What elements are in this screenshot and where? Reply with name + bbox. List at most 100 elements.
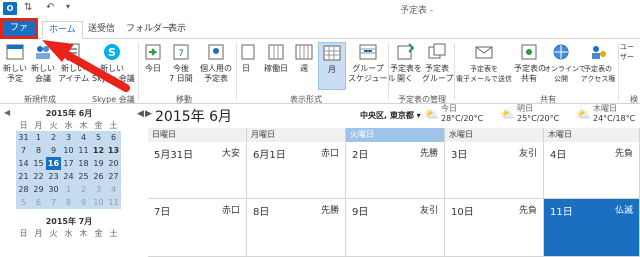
mini-calendar-day[interactable]: 20 — [106, 157, 121, 170]
view-month-label: 月 — [328, 65, 336, 74]
user-search-button[interactable]: ユーザー — [620, 42, 640, 62]
mini-calendar-day[interactable]: 5 — [91, 131, 106, 144]
mini-calendar-july: 日 月 火 水 木 金 土 — [16, 228, 121, 239]
calendar-next-icon[interactable]: ▶ — [145, 109, 152, 119]
day-cell[interactable]: 9日 友引 — [346, 199, 445, 257]
day-cell[interactable]: 3日 友引 — [445, 142, 544, 199]
view-workweek-button[interactable]: 稼働日 — [262, 42, 290, 74]
mini-calendar-day[interactable]: 31 — [16, 131, 31, 144]
tab-send-receive[interactable]: 送受信 — [82, 21, 121, 39]
day-cell[interactable]: 6月1日 赤口 — [247, 142, 346, 199]
mini-calendar-day[interactable]: 26 — [91, 170, 106, 183]
calendar-icon — [6, 44, 24, 60]
send-receive-icon[interactable]: ⇅ — [24, 2, 32, 13]
view-day-button[interactable]: 日 — [238, 42, 255, 74]
mini-calendar-day[interactable]: 3 — [91, 183, 106, 196]
day-rokuyo: 友引 — [419, 206, 438, 216]
new-meeting-button[interactable]: 新しい 会議 — [30, 42, 56, 84]
mini-calendar-day[interactable]: 2 — [76, 183, 91, 196]
quick-access-dropdown-icon[interactable]: ▾ — [66, 2, 70, 11]
today-button[interactable]: 今日 — [142, 42, 164, 74]
calendar-title: 2015年 6月 — [155, 109, 232, 125]
weather-thursday: 木曜日 24°C/18°C — [593, 104, 635, 124]
mini-calendar-day[interactable]: 18 — [76, 157, 91, 170]
next-7-days-button[interactable]: 7 今後 7 日間 — [168, 42, 194, 84]
mini-calendar-day[interactable]: 10 — [61, 144, 76, 157]
mini-calendar-day[interactable]: 6 — [106, 131, 121, 144]
weekday-label: 金 — [94, 121, 103, 130]
selected-day-cell[interactable]: 11日 仏滅 — [544, 199, 640, 257]
day-cell[interactable]: 7日 赤口 — [148, 199, 247, 257]
day-cell[interactable]: 2日 先勝 — [346, 142, 445, 199]
view-week-button[interactable]: 週 — [294, 42, 314, 74]
day-cell[interactable]: 4日 先負 — [544, 142, 640, 199]
mini-calendar-day[interactable]: 3 — [61, 131, 76, 144]
mini-calendar-day[interactable]: 8 — [31, 144, 46, 157]
mini-calendar-day[interactable]: 9 — [76, 196, 91, 209]
mini-calendar-day[interactable]: 4 — [76, 131, 91, 144]
calendar-permissions-button[interactable]: 予定表の アクセス権 — [578, 42, 618, 84]
mini-calendar-day[interactable]: 29 — [31, 183, 46, 196]
mini-calendar-day[interactable]: 10 — [91, 196, 106, 209]
mini-calendar-day[interactable]: 25 — [76, 170, 91, 183]
mini-calendar-day[interactable]: 7 — [16, 144, 31, 157]
share-calendar-button[interactable]: 予定表の 共有 — [514, 42, 546, 84]
new-skype-meeting-button[interactable]: S 新しい Skype 会議 — [92, 42, 135, 84]
mini-calendar-day[interactable]: 6 — [31, 196, 46, 209]
mini-calendar-day[interactable]: 14 — [16, 157, 31, 170]
mini-calendar-day[interactable]: 24 — [61, 170, 76, 183]
calendar-groups-button[interactable]: 予定表 グループ — [422, 42, 454, 84]
personal-calendar-button[interactable]: 個人用の 予定表 — [196, 42, 236, 84]
mini-calendar-day[interactable]: 19 — [91, 157, 106, 170]
share-calendar-label: 予定表の 共有 — [514, 64, 546, 83]
mini-calendar-day[interactable]: 15 — [31, 157, 46, 170]
new-items-button[interactable]: 新しい アイテム — [58, 42, 89, 84]
mini-calendar-day[interactable]: 11 — [76, 144, 91, 157]
email-calendar-icon — [475, 46, 493, 59]
open-calendar-button[interactable]: 予定表を 開く — [390, 42, 422, 84]
day-cell[interactable]: 5月31日 大安 — [148, 142, 247, 199]
mini-calendar-day[interactable]: 22 — [31, 170, 46, 183]
mini-calendar-day[interactable]: 11 — [106, 196, 121, 209]
left-navigation-pane: ◀ 2015年 6月 日 月 火 水 木 金 土 31 1 2 3 4 5 6 … — [0, 104, 133, 257]
previous-month-icon[interactable]: ◀ — [4, 108, 10, 117]
window-title: 予定表 - — [400, 6, 434, 16]
calendar-previous-icon[interactable]: ◀ — [137, 109, 144, 119]
mini-calendar-day[interactable]: 1 — [61, 183, 76, 196]
day-cell[interactable]: 8日 先勝 — [247, 199, 346, 257]
group-schedule-button[interactable]: グループ スケジュール — [348, 42, 395, 84]
mini-calendar-day[interactable]: 4 — [106, 183, 121, 196]
mini-calendar-day[interactable]: 2 — [46, 131, 61, 144]
new-appointment-button[interactable]: 新しい 予定 — [2, 42, 28, 84]
mini-calendar-today[interactable]: 16 — [46, 157, 61, 170]
view-month-button[interactable]: 月 — [318, 42, 346, 90]
tab-home[interactable]: ホーム — [42, 21, 83, 39]
mini-calendar-day[interactable]: 5 — [16, 196, 31, 209]
mini-calendar-day[interactable]: 7 — [46, 196, 61, 209]
mini-calendar-day[interactable]: 27 — [106, 170, 121, 183]
mini-calendar-day[interactable]: 9 — [46, 144, 61, 157]
mini-calendar-day[interactable]: 30 — [46, 183, 61, 196]
mini-calendar-day[interactable]: 21 — [16, 170, 31, 183]
mini-calendar-day[interactable]: 28 — [16, 183, 31, 196]
mini-calendar-day[interactable]: 12 — [91, 144, 106, 157]
mini-calendar-day[interactable]: 8 — [61, 196, 76, 209]
tab-view[interactable]: 表示 — [162, 21, 192, 39]
day-rokuyo: 先勝 — [320, 206, 339, 216]
ribbon-home: 新しい 予定 新しい 会議 新しい アイテム S 新しい Skype 会議 今日… — [0, 39, 640, 104]
mini-calendar-day[interactable]: 23 — [46, 170, 61, 183]
tab-file[interactable]: ファイル — [0, 18, 38, 54]
email-calendar-button[interactable]: 予定表を 電子メールで送信 — [456, 42, 512, 84]
day-cell[interactable]: 10日 先負 — [445, 199, 544, 257]
mini-calendar-day[interactable]: 17 — [61, 157, 76, 170]
mini-calendar-june: 日 月 火 水 木 金 土 31 1 2 3 4 5 6 7 8 9 10 11… — [16, 120, 121, 209]
publish-online-button[interactable]: オンラインで 公開 — [544, 42, 586, 84]
weekday-label: 日 — [19, 121, 28, 130]
mini-calendar-week: 14 15 16 17 18 19 20 — [16, 157, 121, 170]
mini-calendar-day[interactable]: 13 — [106, 144, 121, 157]
meeting-icon — [36, 46, 50, 59]
undo-icon[interactable]: ↶ — [46, 2, 54, 13]
ribbon-separator — [388, 43, 389, 101]
mini-calendar-day[interactable]: 1 — [31, 131, 46, 144]
weather-location[interactable]: 中央区, 東京都 ▾ — [360, 110, 421, 121]
